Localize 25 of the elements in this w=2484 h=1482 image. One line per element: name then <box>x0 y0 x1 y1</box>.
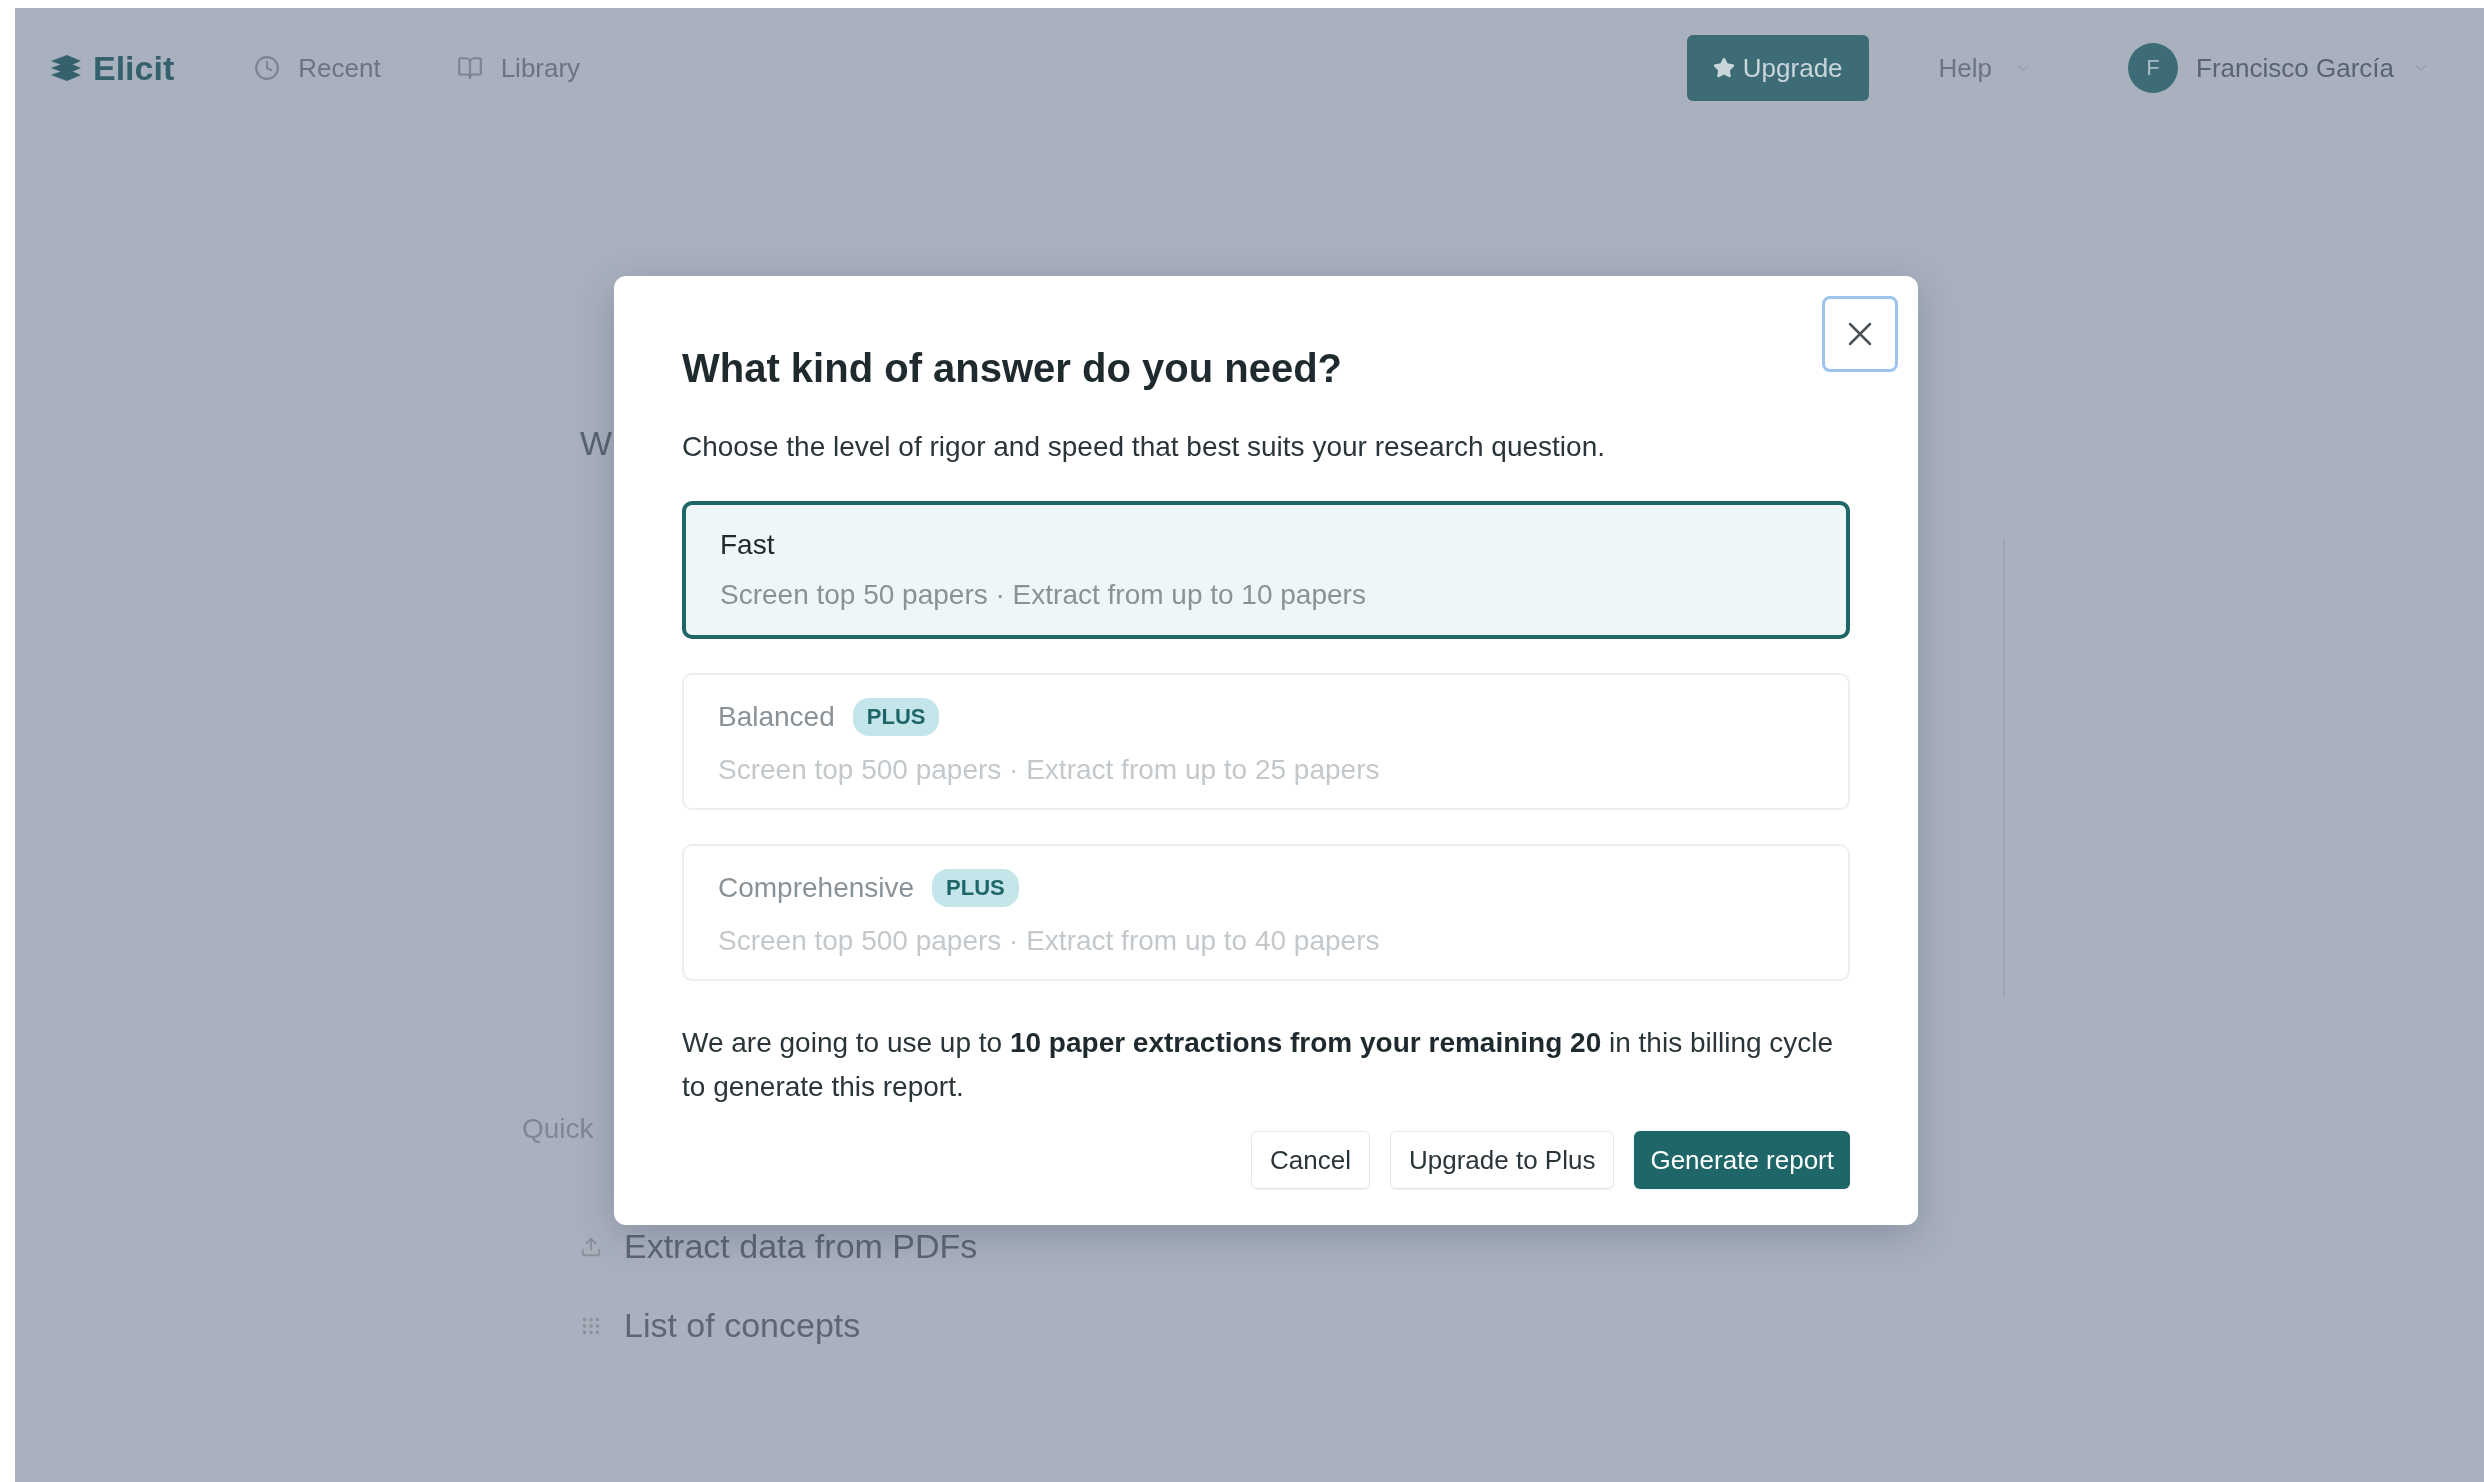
dialog-button[interactable]: Upgrade to Plus <box>1390 1131 1615 1189</box>
user-menu[interactable]: F Francisco García <box>2122 42 2436 94</box>
app-logo[interactable]: Elicit <box>49 48 175 88</box>
upgrade-button[interactable]: Upgrade <box>1686 35 1869 101</box>
dialog-title: What kind of answer do you need? <box>682 346 1344 391</box>
nav-link[interactable]: Recent <box>254 52 381 84</box>
quick-action[interactable]: Extract data from PDFs <box>580 1227 978 1266</box>
plus-badge: PLUS <box>932 868 1019 907</box>
heading-fragment: W <box>580 424 613 463</box>
dialog-subtitle: Choose the level of rigor and speed that best suits your research question. <box>682 431 1606 463</box>
usage-notice: We are going to use up to 10 paper extractions from your remaining 20 in this billing cycle to generate this report. <box>682 1026 1835 1104</box>
generate-button[interactable]: Generate report <box>1634 1131 1850 1189</box>
close-button[interactable] <box>1822 296 1898 372</box>
plus-badge: PLUS <box>852 697 940 736</box>
quick-action[interactable]: List of concepts <box>580 1306 861 1345</box>
help-menu[interactable]: Help <box>1932 51 2039 85</box>
answer-option[interactable]: Fast Screen top 50 papers · Extract from up to 10 papers <box>682 501 1850 639</box>
upload-icon <box>580 1235 602 1258</box>
user-avatar: F <box>2128 43 2179 93</box>
star-icon <box>1712 57 1735 79</box>
nav-link[interactable]: Library <box>456 52 581 84</box>
logo-icon <box>49 53 83 83</box>
dialog-button[interactable]: Cancel <box>1251 1131 1370 1189</box>
book-icon <box>456 55 483 81</box>
clock-icon <box>254 55 281 81</box>
